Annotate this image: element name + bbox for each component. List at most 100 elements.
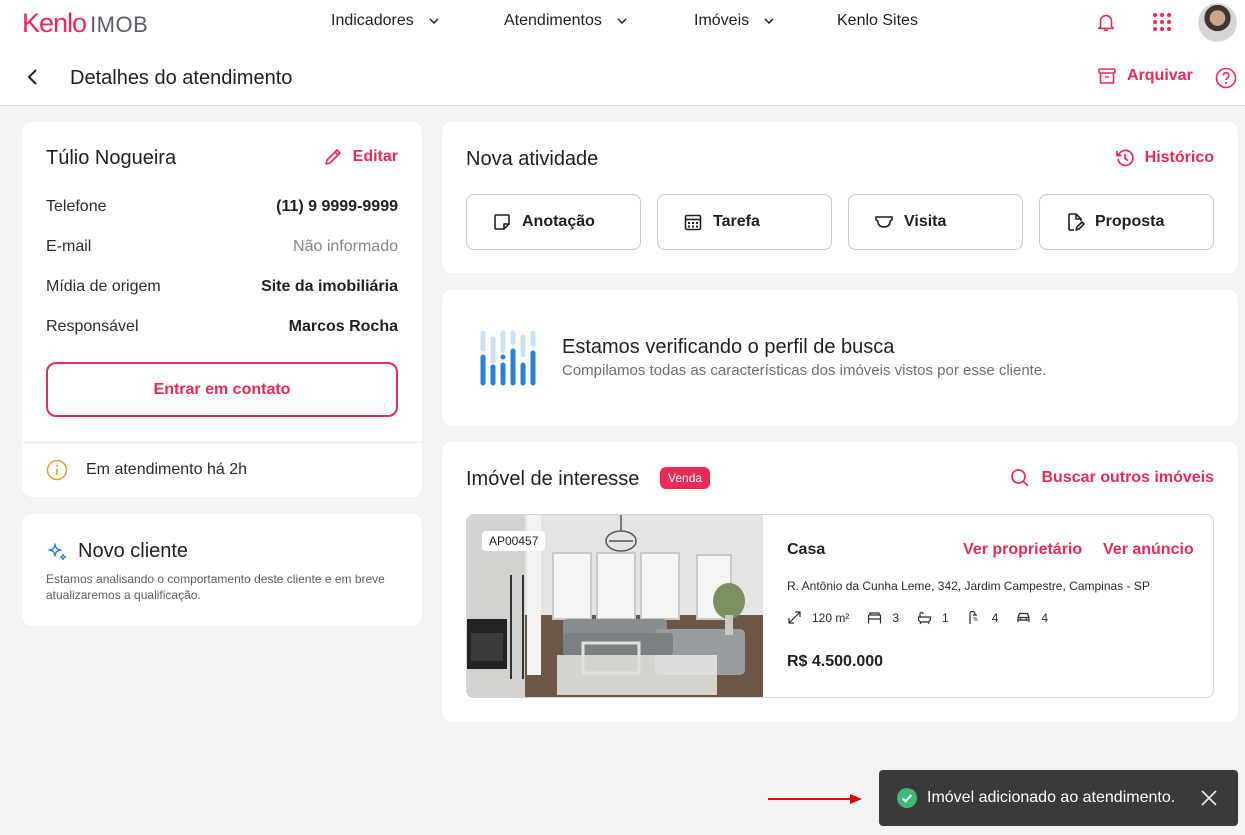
profile-subheading: Compilamos todas as características dos … — [562, 362, 1047, 379]
contact-button[interactable]: Entrar em contato — [46, 362, 398, 417]
property-photo[interactable]: AP00457 — [467, 515, 763, 697]
feature-bedrooms: 3 — [867, 610, 899, 625]
task-label: Tarefa — [713, 213, 760, 230]
apps-grid-icon[interactable] — [1152, 12, 1172, 32]
field-row: Mídia de origem Site da imobiliária — [46, 278, 398, 296]
property-code: AP00457 — [482, 531, 546, 551]
back-arrow-icon[interactable] — [24, 68, 42, 86]
search-icon — [1010, 469, 1029, 487]
nav-indicadores[interactable]: Indicadores — [331, 12, 440, 30]
nav-indicadores-label: Indicadores — [331, 12, 414, 29]
divider — [22, 442, 422, 443]
property-price: R$ 4.500.000 — [787, 653, 884, 670]
brand-name: Kenlo — [22, 8, 87, 38]
view-ad-link[interactable]: Ver anúncio — [1103, 541, 1194, 559]
toast-message: Imóvel adicionado ao atendimento. — [927, 789, 1176, 806]
bathrooms-value: 1 — [942, 610, 949, 625]
feature-area: 120 m² — [787, 610, 849, 625]
chevron-down-icon — [617, 18, 627, 25]
field-label: E-mail — [46, 238, 92, 255]
nav-imoveis[interactable]: Imóveis — [694, 12, 775, 30]
bell-icon[interactable] — [1095, 11, 1117, 33]
pencil-icon — [324, 149, 341, 165]
task-button[interactable]: Tarefa — [657, 194, 832, 250]
success-toast: Imóvel adicionado ao atendimento. — [879, 770, 1238, 826]
field-value: Marcos Rocha — [288, 318, 398, 335]
note-icon — [494, 214, 510, 230]
feature-bathrooms: 1 — [917, 610, 949, 625]
property-card[interactable]: AP00457 Casa Ver proprietário Ver anúnci… — [466, 514, 1214, 698]
help-icon[interactable] — [1215, 67, 1237, 89]
nav-kenlo-sites-label: Kenlo Sites — [837, 12, 918, 29]
top-navigation: Kenlo IMOB Indicadores Atendimentos Imóv… — [0, 0, 1245, 46]
history-label: Histórico — [1144, 149, 1214, 166]
feature-parking: 4 — [1016, 610, 1048, 625]
calendar-icon — [684, 214, 702, 231]
interest-title: Imóvel de interesse — [466, 468, 640, 490]
nav-atendimentos-label: Atendimentos — [504, 12, 602, 29]
visit-button[interactable]: Visita — [848, 194, 1023, 250]
feature-showers: 4 — [967, 610, 999, 625]
archive-label: Arquivar — [1127, 67, 1193, 84]
edit-label: Editar — [352, 148, 398, 165]
field-value: (11) 9 9999-9999 — [276, 198, 398, 215]
nav-kenlo-sites[interactable]: Kenlo Sites — [837, 12, 918, 30]
expand-arrows-icon — [788, 611, 801, 624]
status-text: Em atendimento há 2h — [86, 461, 247, 478]
bedrooms-value: 3 — [892, 610, 900, 625]
client-card: Túlio Nogueira Editar Telefone (11) 9 99… — [22, 122, 422, 497]
document-edit-icon — [1068, 213, 1085, 231]
field-value: Não informado — [293, 238, 398, 255]
page-title: Detalhes do atendimento — [70, 67, 293, 89]
new-client-card: Novo cliente Estamos analisando o compor… — [22, 514, 422, 626]
annotation-button[interactable]: Anotação — [466, 194, 641, 250]
status-badge: Venda — [660, 467, 711, 489]
field-label: Responsável — [46, 318, 139, 335]
edit-button[interactable]: Editar — [323, 147, 398, 167]
loading-bars-icon — [480, 330, 536, 386]
proposal-label: Proposta — [1095, 213, 1165, 230]
history-button[interactable]: Histórico — [1115, 148, 1214, 168]
new-client-title: Novo cliente — [46, 540, 188, 563]
nav-imoveis-label: Imóveis — [694, 12, 750, 29]
close-icon[interactable] — [1200, 789, 1218, 807]
archive-button[interactable]: Arquivar — [1097, 66, 1193, 86]
client-name: Túlio Nogueira — [46, 147, 177, 169]
brand-product: IMOB — [90, 12, 149, 37]
new-client-label: Novo cliente — [78, 540, 189, 562]
annotation-label: Anotação — [522, 213, 595, 230]
showers-value: 4 — [991, 610, 999, 625]
bed-icon — [868, 612, 882, 624]
ticket-icon — [875, 216, 893, 228]
history-icon — [1115, 149, 1134, 167]
view-owner-link[interactable]: Ver proprietário — [963, 541, 1082, 559]
shower-icon — [969, 610, 978, 624]
nav-atendimentos[interactable]: Atendimentos — [504, 12, 628, 30]
field-row: Responsável Marcos Rocha — [46, 318, 398, 336]
field-label: Telefone — [46, 198, 107, 215]
page-header: Detalhes do atendimento Arquivar — [0, 46, 1245, 106]
check-circle-icon — [897, 788, 917, 808]
activity-title: Nova atividade — [466, 148, 599, 170]
property-type: Casa — [787, 541, 826, 558]
new-client-description: Estamos analisando o comportamento deste… — [46, 572, 385, 602]
field-label: Mídia de origem — [46, 278, 161, 295]
area-value: 120 m² — [812, 610, 850, 625]
annotation-arrow — [768, 794, 862, 804]
search-other-label: Buscar outros imóveis — [1041, 469, 1215, 486]
property-features: 120 m² 3 1 4 4 — [787, 610, 1048, 625]
field-row: E-mail Não informado — [46, 238, 398, 256]
property-address: R. Antônio da Cunha Leme, 342, Jardim Ca… — [787, 579, 1150, 593]
new-activity-card: Nova atividade Histórico Anotação Tarefa… — [442, 122, 1238, 273]
user-avatar[interactable] — [1198, 3, 1237, 42]
sparkle-icon — [48, 542, 67, 560]
archive-icon — [1098, 68, 1116, 84]
search-other-properties-button[interactable]: Buscar outros imóveis — [1010, 468, 1215, 488]
profile-heading: Estamos verificando o perfil de busca — [562, 336, 895, 358]
property-interest-card: Imóvel de interesse Venda Buscar outros … — [442, 442, 1238, 722]
field-row: Telefone (11) 9 9999-9999 — [46, 198, 398, 216]
service-status: Em atendimento há 2h — [46, 459, 247, 481]
visit-label: Visita — [904, 213, 947, 230]
proposal-button[interactable]: Proposta — [1039, 194, 1214, 250]
kenlo-logo[interactable]: Kenlo IMOB — [22, 8, 148, 39]
